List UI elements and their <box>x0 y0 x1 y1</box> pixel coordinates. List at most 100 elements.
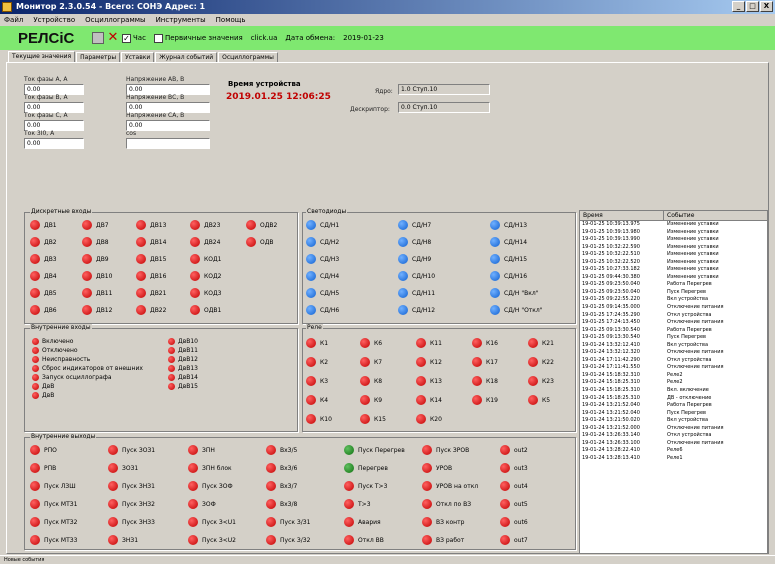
event-row[interactable]: 19-01-24 13:21:52.040 Работа Перегрев <box>580 402 767 410</box>
relay-indicator: К2 <box>306 357 328 367</box>
event-row[interactable]: 19-01-24 13:28:22.410 Реле6 <box>580 447 767 455</box>
discrete-input-indicator: ДВ21 <box>136 288 166 298</box>
menu-device[interactable]: Устройство <box>33 14 75 26</box>
indicator-light <box>32 383 39 390</box>
indicator-label: К9 <box>374 396 383 404</box>
event-row[interactable]: 19-01-25 09:13:30.540 Работа Перегрев <box>580 327 767 335</box>
discrete-input-indicator: ДВ8 <box>82 237 109 247</box>
indicator-label: РПО <box>44 446 57 454</box>
relay-indicator: К13 <box>416 376 442 386</box>
event-row[interactable]: 19-01-24 13:26:33.140 Откл устройства <box>580 432 767 440</box>
indicator-label: ДВ4 <box>44 272 57 280</box>
indicator-label: К2 <box>320 358 329 366</box>
event-row[interactable]: 19-01-25 09:23:50.040 Работа Перегрев <box>580 281 767 289</box>
event-row[interactable]: 19-01-25 09:13:30.540 Пуск Перегрев <box>580 334 767 342</box>
indicator-label: ЗОФ <box>202 500 216 508</box>
primary-values-label: Первичные значения <box>164 34 243 42</box>
menu-oscillograms[interactable]: Осциллограммы <box>85 14 145 26</box>
indicator-light <box>168 383 175 390</box>
indicator-light <box>306 254 316 264</box>
internal-input-indicator: ДвВ <box>32 383 54 390</box>
indicator-label: К15 <box>374 415 386 423</box>
event-row[interactable]: 19-01-24 15:18:25.310 Реле2 <box>580 379 767 387</box>
descriptor-label: Дескриптор: <box>350 106 390 113</box>
indicator-light <box>266 481 276 491</box>
internal-input-indicator: ДвВ <box>32 392 54 399</box>
event-row[interactable]: 19-01-24 13:28:13.410 Реле1 <box>580 455 767 463</box>
event-row[interactable]: 19-01-24 13:26:33.100 Отключение питания <box>580 440 767 448</box>
event-row[interactable]: 19-01-25 09:44:30.380 Изменение уставки <box>580 274 767 282</box>
event-time: 19-01-24 13:21:50.020 <box>582 417 640 424</box>
event-row[interactable]: 19-01-24 13:32:12.410 Вкл устройства <box>580 342 767 350</box>
led-indicator: СД/Н "Откл" <box>490 305 543 315</box>
indicator-label: СД/Н9 <box>412 255 432 263</box>
output-indicator: ЗПН блок <box>188 463 232 473</box>
indicator-light <box>266 499 276 509</box>
indicator-light <box>422 535 432 545</box>
event-row[interactable]: 19-01-25 09:23:50.040 Пуск Перегрев <box>580 289 767 297</box>
col-event-header[interactable]: Событие <box>664 211 767 220</box>
minimize-button[interactable]: _ <box>732 1 745 12</box>
primary-values-checkbox[interactable]: Первичные значения <box>153 33 243 43</box>
indicator-label: УРОВ <box>436 464 453 472</box>
output-indicator: out4 <box>500 481 528 491</box>
menu-tools[interactable]: Инструменты <box>156 14 206 26</box>
discrete-input-indicator: ДВ13 <box>136 220 166 230</box>
output-indicator: УРОВ на откл <box>422 481 478 491</box>
internal-input-indicator: ДвВ11 <box>168 347 198 354</box>
event-row[interactable]: 19-01-25 17:24:13.450 Отключение питания <box>580 319 767 327</box>
indicator-light <box>30 517 40 527</box>
indicator-label: ДВ7 <box>96 221 109 229</box>
indicator-light <box>136 237 146 247</box>
event-row[interactable]: 19-01-24 15:18:25.310 Вкл. включение <box>580 387 767 395</box>
indicator-light <box>32 356 39 363</box>
event-row[interactable]: 19-01-25 10:32:22.510 Изменение уставки <box>580 251 767 259</box>
event-row[interactable]: 19-01-25 10:39:13.975 Изменение уставки <box>580 221 767 229</box>
tab-settings[interactable]: Уставки <box>121 52 155 62</box>
event-row[interactable]: 19-01-25 17:24:35.290 Откл устройства <box>580 312 767 320</box>
event-row[interactable]: 19-01-25 09:14:35.000 Отключение питания <box>580 304 767 312</box>
indicator-label: ДвВ14 <box>178 374 198 381</box>
menu-file[interactable]: Файл <box>4 14 23 26</box>
output-indicator: Откл ВВ <box>344 535 384 545</box>
led-indicator: СД/Н5 <box>306 288 339 298</box>
close-button[interactable]: X <box>760 1 773 12</box>
indicator-light <box>188 517 198 527</box>
menu-help[interactable]: Помощь <box>216 14 246 26</box>
event-row[interactable]: 19-01-24 13:21:52.000 Отключение питания <box>580 425 767 433</box>
event-row[interactable]: 19-01-25 10:39:13.980 Изменение уставки <box>580 229 767 237</box>
indicator-label: Пуск МТЗ2 <box>44 518 78 526</box>
event-row[interactable]: 19-01-24 15:18:32.310 Реле2 <box>580 372 767 380</box>
tab-parameters[interactable]: Параметры <box>76 52 121 62</box>
event-row[interactable]: 19-01-24 13:32:12.320 Отключение питания <box>580 349 767 357</box>
connect-icon[interactable] <box>92 32 104 44</box>
disconnect-icon[interactable]: ✕ <box>107 31 119 44</box>
indicator-label: ДВ13 <box>150 221 167 229</box>
tab-oscillograms[interactable]: Осциллограммы <box>218 52 278 62</box>
tab-current-values[interactable]: Текущие значения <box>8 51 76 62</box>
output-indicator: Пуск З<U2 <box>188 535 236 545</box>
indicator-light <box>416 376 426 386</box>
event-log-list[interactable]: Время Событие 19-01-25 10:39:13.975 Измен… <box>579 210 768 554</box>
hour-checkbox[interactable]: ✓ Час <box>122 33 146 43</box>
event-row[interactable]: 19-01-25 10:39:13.990 Изменение уставки <box>580 236 767 244</box>
event-row[interactable]: 19-01-25 10:32:22.590 Изменение уставки <box>580 244 767 252</box>
event-row[interactable]: 19-01-25 09:22:55.220 Вкл устройства <box>580 296 767 304</box>
indicator-label: ДвВ11 <box>178 347 198 354</box>
indicator-label: ЗПН <box>202 446 215 454</box>
tab-event-log[interactable]: Журнал событий <box>155 52 218 62</box>
event-row[interactable]: 19-01-24 15:18:25.310 ДВ - отключение <box>580 395 767 403</box>
event-row[interactable]: 19-01-25 10:27:33.182 Изменение уставки <box>580 266 767 274</box>
indicator-label: Пуск ЗНЗ1 <box>122 482 155 490</box>
indicator-label: ОДВ1 <box>204 306 222 314</box>
maximize-button[interactable]: □ <box>746 1 759 12</box>
internal-outputs-group <box>24 437 576 550</box>
event-text: Отключение питания <box>667 364 724 371</box>
indicator-light <box>306 376 316 386</box>
event-row[interactable]: 19-01-24 13:21:52.040 Пуск Перегрев <box>580 410 767 418</box>
event-row[interactable]: 19-01-24 17:11:41.550 Отключение питания <box>580 364 767 372</box>
col-time-header[interactable]: Время <box>580 211 664 220</box>
event-row[interactable]: 19-01-24 13:21:50.020 Вкл устройства <box>580 417 767 425</box>
event-row[interactable]: 19-01-24 17:11:42.290 Откл устройства <box>580 357 767 365</box>
event-row[interactable]: 19-01-25 10:32:22.520 Изменение уставки <box>580 259 767 267</box>
